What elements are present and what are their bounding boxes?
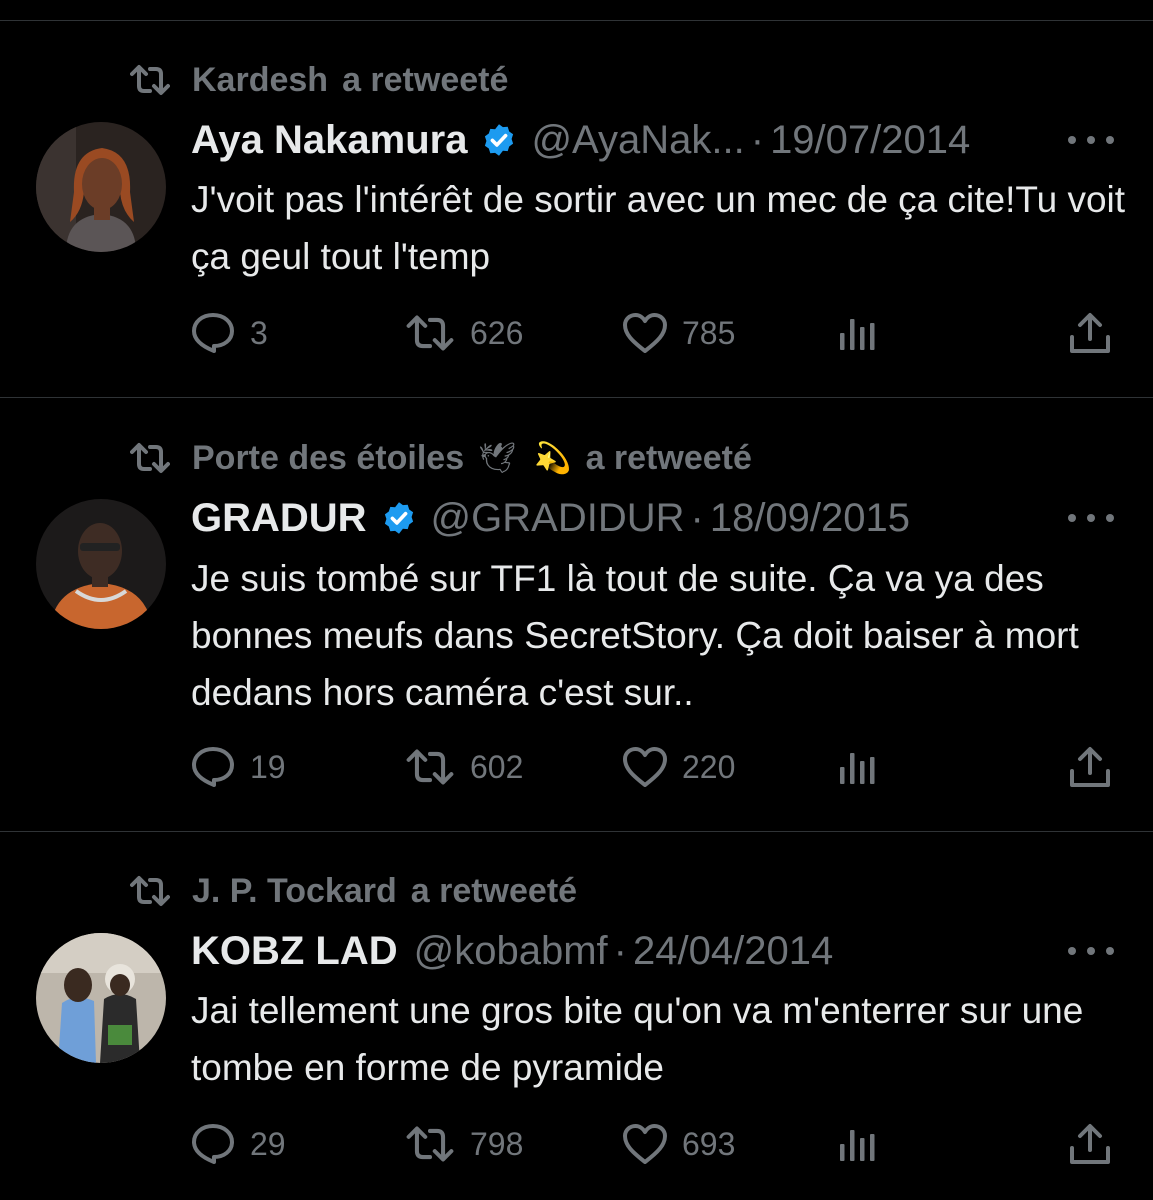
retweet-icon: [406, 1126, 454, 1162]
views-button[interactable]: [838, 1119, 878, 1169]
retweet-count: 798: [470, 1125, 524, 1162]
like-button[interactable]: 693: [622, 1119, 735, 1169]
reply-count: 29: [250, 1125, 286, 1162]
like-count: 693: [682, 1125, 736, 1162]
more-icon[interactable]: [1068, 945, 1114, 957]
retweet-context: J. P. Tockard a retweeté: [130, 869, 577, 913]
tweet-kobz-lad[interactable]: J. P. Tockard a retweeté KOBZ LAD @kobab…: [0, 0, 1153, 1200]
tweet-header: KOBZ LAD @kobabmf · 24/04/2014: [191, 927, 833, 975]
heart-icon: [623, 1124, 667, 1164]
retweet-suffix: a retweeté: [410, 871, 578, 910]
tweet-date[interactable]: 24/04/2014: [633, 929, 833, 974]
share-button[interactable]: [1068, 1119, 1112, 1169]
avatar[interactable]: [36, 933, 166, 1063]
share-icon: [1070, 1124, 1110, 1164]
views-icon: [840, 1130, 875, 1161]
author-handle[interactable]: @kobabmf: [414, 929, 608, 974]
author-name[interactable]: KOBZ LAD: [191, 929, 398, 974]
reply-button[interactable]: 29: [190, 1119, 286, 1169]
retweet-button[interactable]: 798: [404, 1119, 523, 1169]
tweet-actions: 29 798 693: [0, 1119, 1153, 1169]
retweet-icon: [130, 876, 170, 906]
tweet-text: Jai tellement une gros bite qu'on va m'e…: [191, 990, 1084, 1088]
reply-icon: [192, 1124, 234, 1164]
separator: ·: [613, 928, 627, 973]
retweeter-name[interactable]: J. P. Tockard: [192, 872, 397, 911]
